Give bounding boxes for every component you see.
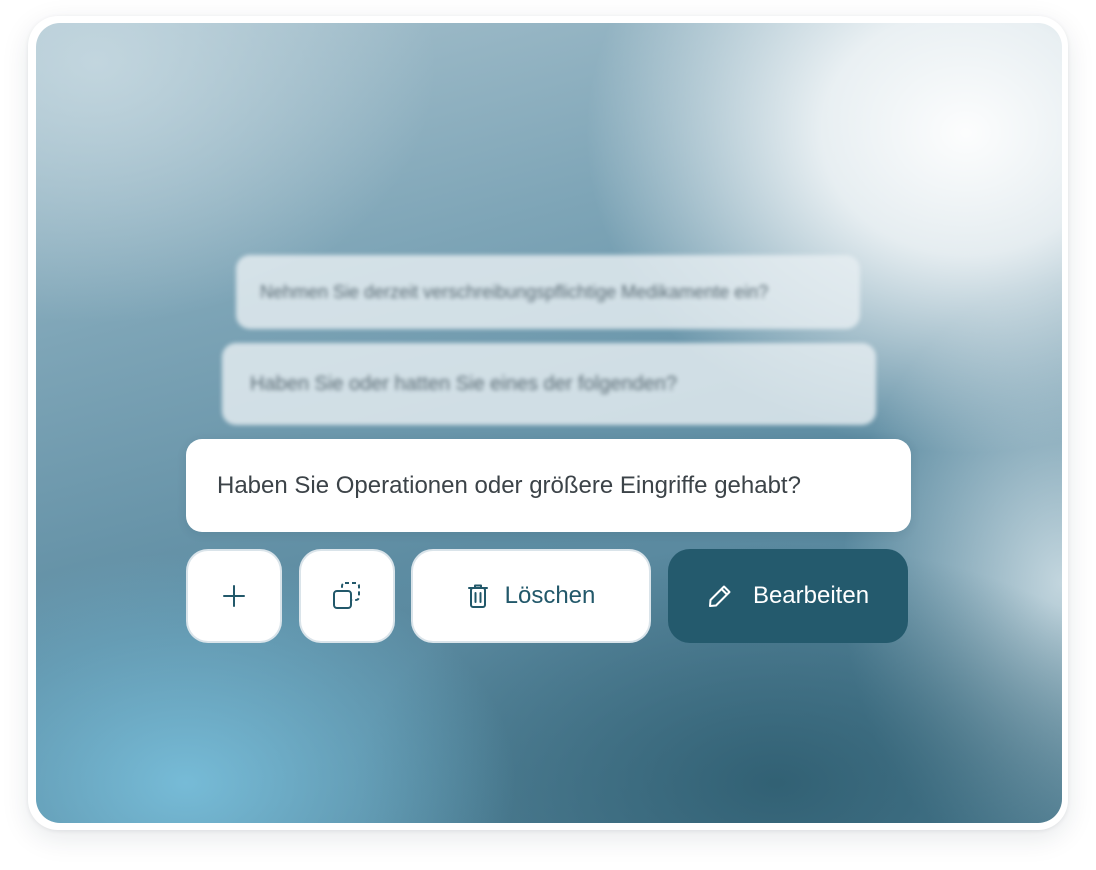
gradient-canvas: Nehmen Sie derzeit verschreibungspflicht… xyxy=(36,23,1062,823)
add-question-button[interactable] xyxy=(186,549,282,643)
duplicate-icon xyxy=(331,580,363,612)
trash-icon xyxy=(467,583,489,609)
duplicate-question-button[interactable] xyxy=(299,549,395,643)
background-question-text: Nehmen Sie derzeit verschreibungspflicht… xyxy=(260,281,769,302)
delete-button-label: Löschen xyxy=(504,582,596,609)
pencil-icon xyxy=(707,583,733,609)
active-question-card[interactable]: Haben Sie Operationen oder größere Eingr… xyxy=(186,439,911,532)
active-question-text: Haben Sie Operationen oder größere Eingr… xyxy=(217,471,801,499)
delete-button[interactable]: Löschen xyxy=(411,549,651,643)
background-question-card-1: Nehmen Sie derzeit verschreibungspflicht… xyxy=(236,255,860,329)
edit-button[interactable]: Bearbeiten xyxy=(668,549,908,643)
plus-icon xyxy=(222,584,246,608)
background-question-card-2: Haben Sie oder hatten Sie eines der folg… xyxy=(222,343,876,425)
background-question-text: Haben Sie oder hatten Sie eines der folg… xyxy=(250,372,677,395)
edit-button-label: Bearbeiten xyxy=(752,582,870,609)
